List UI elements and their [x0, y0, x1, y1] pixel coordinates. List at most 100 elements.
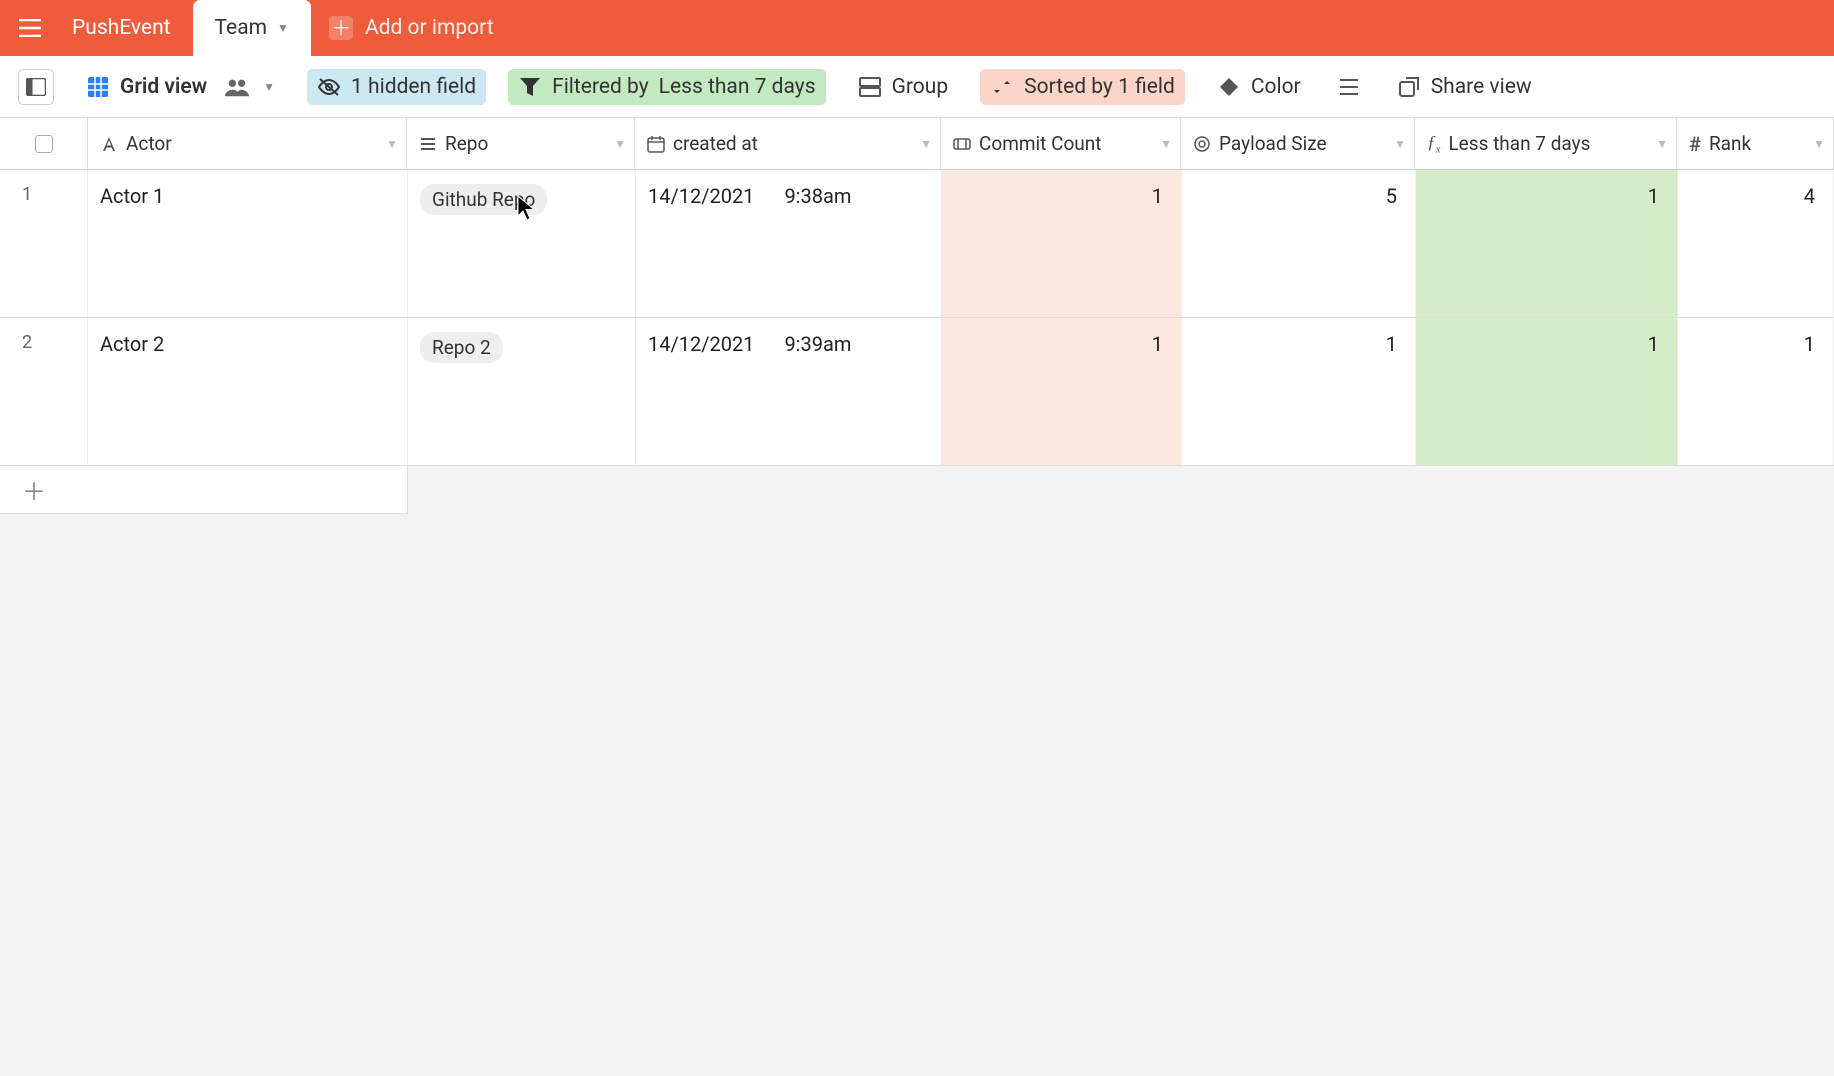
date-value: 14/12/2021 [648, 332, 754, 451]
chevron-down-icon[interactable]: ▼ [1160, 137, 1172, 151]
sort-label: Sorted by 1 field [1024, 75, 1175, 99]
payload-value: 5 [1386, 184, 1397, 303]
cell-actor[interactable]: Actor 1 [88, 170, 408, 317]
actor-value: Actor 2 [100, 332, 164, 451]
chevron-down-icon[interactable]: ▼ [920, 137, 932, 151]
cell-created-at[interactable]: 14/12/2021 9:38am [636, 170, 942, 317]
chevron-down-icon[interactable]: ▼ [386, 137, 398, 151]
text-type-icon [100, 135, 118, 153]
table-row[interactable]: 2 Actor 2 Repo 2 14/12/2021 9:39am 1 1 1… [0, 318, 1834, 466]
top-tab-bar: PushEvent Team ▼ ＋ Add or import [0, 0, 1834, 56]
time-value: 9:38am [784, 184, 851, 303]
cell-rank[interactable]: 1 [1678, 318, 1834, 465]
view-switcher[interactable]: Grid view ▼ [76, 69, 285, 105]
cell-commit-count[interactable]: 1 [942, 170, 1182, 317]
tab-label: Team [215, 16, 268, 40]
repo-chip[interactable]: Github Repo [420, 184, 547, 215]
add-or-import-button[interactable]: ＋ Add or import [329, 16, 494, 40]
row-number[interactable]: 1 [0, 170, 88, 317]
color-icon [1217, 75, 1241, 99]
less7-value: 1 [1648, 184, 1659, 303]
color-button[interactable]: Color [1207, 69, 1311, 105]
tab-label: PushEvent [72, 16, 171, 40]
add-row-button[interactable]: ＋ [0, 466, 408, 514]
col-label: Rank [1709, 132, 1751, 155]
col-created-at[interactable]: created at ▼ [635, 118, 941, 169]
col-repo[interactable]: Repo ▼ [407, 118, 635, 169]
hidden-fields-button[interactable]: 1 hidden field [307, 69, 486, 105]
cell-commit-count[interactable]: 1 [942, 318, 1182, 465]
cell-rank[interactable]: 4 [1678, 170, 1834, 317]
filter-prefix: Filtered by [552, 75, 649, 99]
commit-value: 1 [1152, 184, 1163, 303]
tab-pushevent[interactable]: PushEvent [50, 0, 193, 56]
select-all-header[interactable] [0, 118, 88, 169]
calendar-icon [647, 135, 665, 153]
col-less-than-7-days[interactable]: ƒx Less than 7 days ▼ [1415, 118, 1677, 169]
table-row[interactable]: 1 Actor 1 Github Repo 14/12/2021 9:38am … [0, 170, 1834, 318]
col-label: Payload Size [1219, 132, 1327, 155]
rollup-icon [1193, 135, 1211, 153]
filter-icon [518, 75, 542, 99]
sidebar-toggle-button[interactable] [18, 69, 54, 105]
col-commit-count[interactable]: Commit Count ▼ [941, 118, 1181, 169]
time-value: 9:39am [784, 332, 851, 451]
hamburger-icon [19, 19, 41, 37]
cell-less-than-7-days[interactable]: 1 [1416, 318, 1678, 465]
sidebar-icon [26, 78, 46, 96]
row-height-icon [1337, 75, 1361, 99]
cell-actor[interactable]: Actor 2 [88, 318, 408, 465]
chevron-down-icon[interactable]: ▼ [614, 137, 626, 151]
col-label: Repo [445, 132, 488, 155]
people-icon [225, 75, 249, 99]
chevron-down-icon[interactable]: ▼ [1394, 137, 1406, 151]
share-label: Share view [1431, 75, 1532, 99]
cell-payload-size[interactable]: 1 [1182, 318, 1416, 465]
actor-value: Actor 1 [100, 184, 164, 303]
row-number[interactable]: 2 [0, 318, 88, 465]
col-label: Actor [126, 132, 172, 155]
grid-header-row: Actor ▼ Repo ▼ created at ▼ Commit Count… [0, 118, 1834, 170]
share-icon [1397, 75, 1421, 99]
group-label: Group [892, 75, 949, 99]
chevron-down-icon[interactable]: ▼ [1656, 137, 1668, 151]
number-icon: # [1689, 132, 1701, 156]
menu-button[interactable] [10, 8, 50, 48]
view-toolbar: Grid view ▼ 1 hidden field Filtered by L… [0, 56, 1834, 118]
cell-less-than-7-days[interactable]: 1 [1416, 170, 1678, 317]
chevron-down-icon: ▼ [277, 21, 289, 35]
filter-field: Less than 7 days [659, 75, 816, 99]
data-grid: Actor ▼ Repo ▼ created at ▼ Commit Count… [0, 118, 1834, 1076]
col-label: Commit Count [979, 132, 1101, 155]
col-actor[interactable]: Actor ▼ [87, 118, 407, 169]
rank-value: 4 [1804, 184, 1815, 303]
color-label: Color [1251, 75, 1301, 99]
cell-repo[interactable]: Repo 2 [408, 318, 636, 465]
chevron-down-icon[interactable]: ▼ [1813, 137, 1825, 151]
rank-value: 1 [1804, 332, 1815, 451]
link-type-icon [419, 137, 437, 151]
checkbox-icon [35, 135, 53, 153]
add-import-label: Add or import [365, 16, 494, 40]
share-view-button[interactable]: Share view [1387, 69, 1542, 105]
tab-team[interactable]: Team ▼ [193, 0, 311, 56]
grid-icon [86, 75, 110, 99]
plus-icon: ＋ [329, 16, 353, 40]
sort-button[interactable]: Sorted by 1 field [980, 69, 1185, 105]
col-label: Less than 7 days [1448, 132, 1590, 155]
cell-created-at[interactable]: 14/12/2021 9:39am [636, 318, 942, 465]
row-height-button[interactable] [1333, 69, 1365, 105]
group-button[interactable]: Group [848, 69, 959, 105]
col-rank[interactable]: # Rank ▼ [1677, 118, 1834, 169]
less7-value: 1 [1648, 332, 1659, 451]
cell-payload-size[interactable]: 5 [1182, 170, 1416, 317]
hidden-fields-label: 1 hidden field [351, 75, 476, 99]
col-payload-size[interactable]: Payload Size ▼ [1181, 118, 1415, 169]
repo-chip[interactable]: Repo 2 [420, 332, 503, 363]
rollup-icon [953, 135, 971, 153]
payload-value: 1 [1386, 332, 1397, 451]
eye-off-icon [317, 75, 341, 99]
col-label: created at [673, 132, 758, 155]
filter-button[interactable]: Filtered by Less than 7 days [508, 69, 825, 105]
cell-repo[interactable]: Github Repo [408, 170, 636, 317]
